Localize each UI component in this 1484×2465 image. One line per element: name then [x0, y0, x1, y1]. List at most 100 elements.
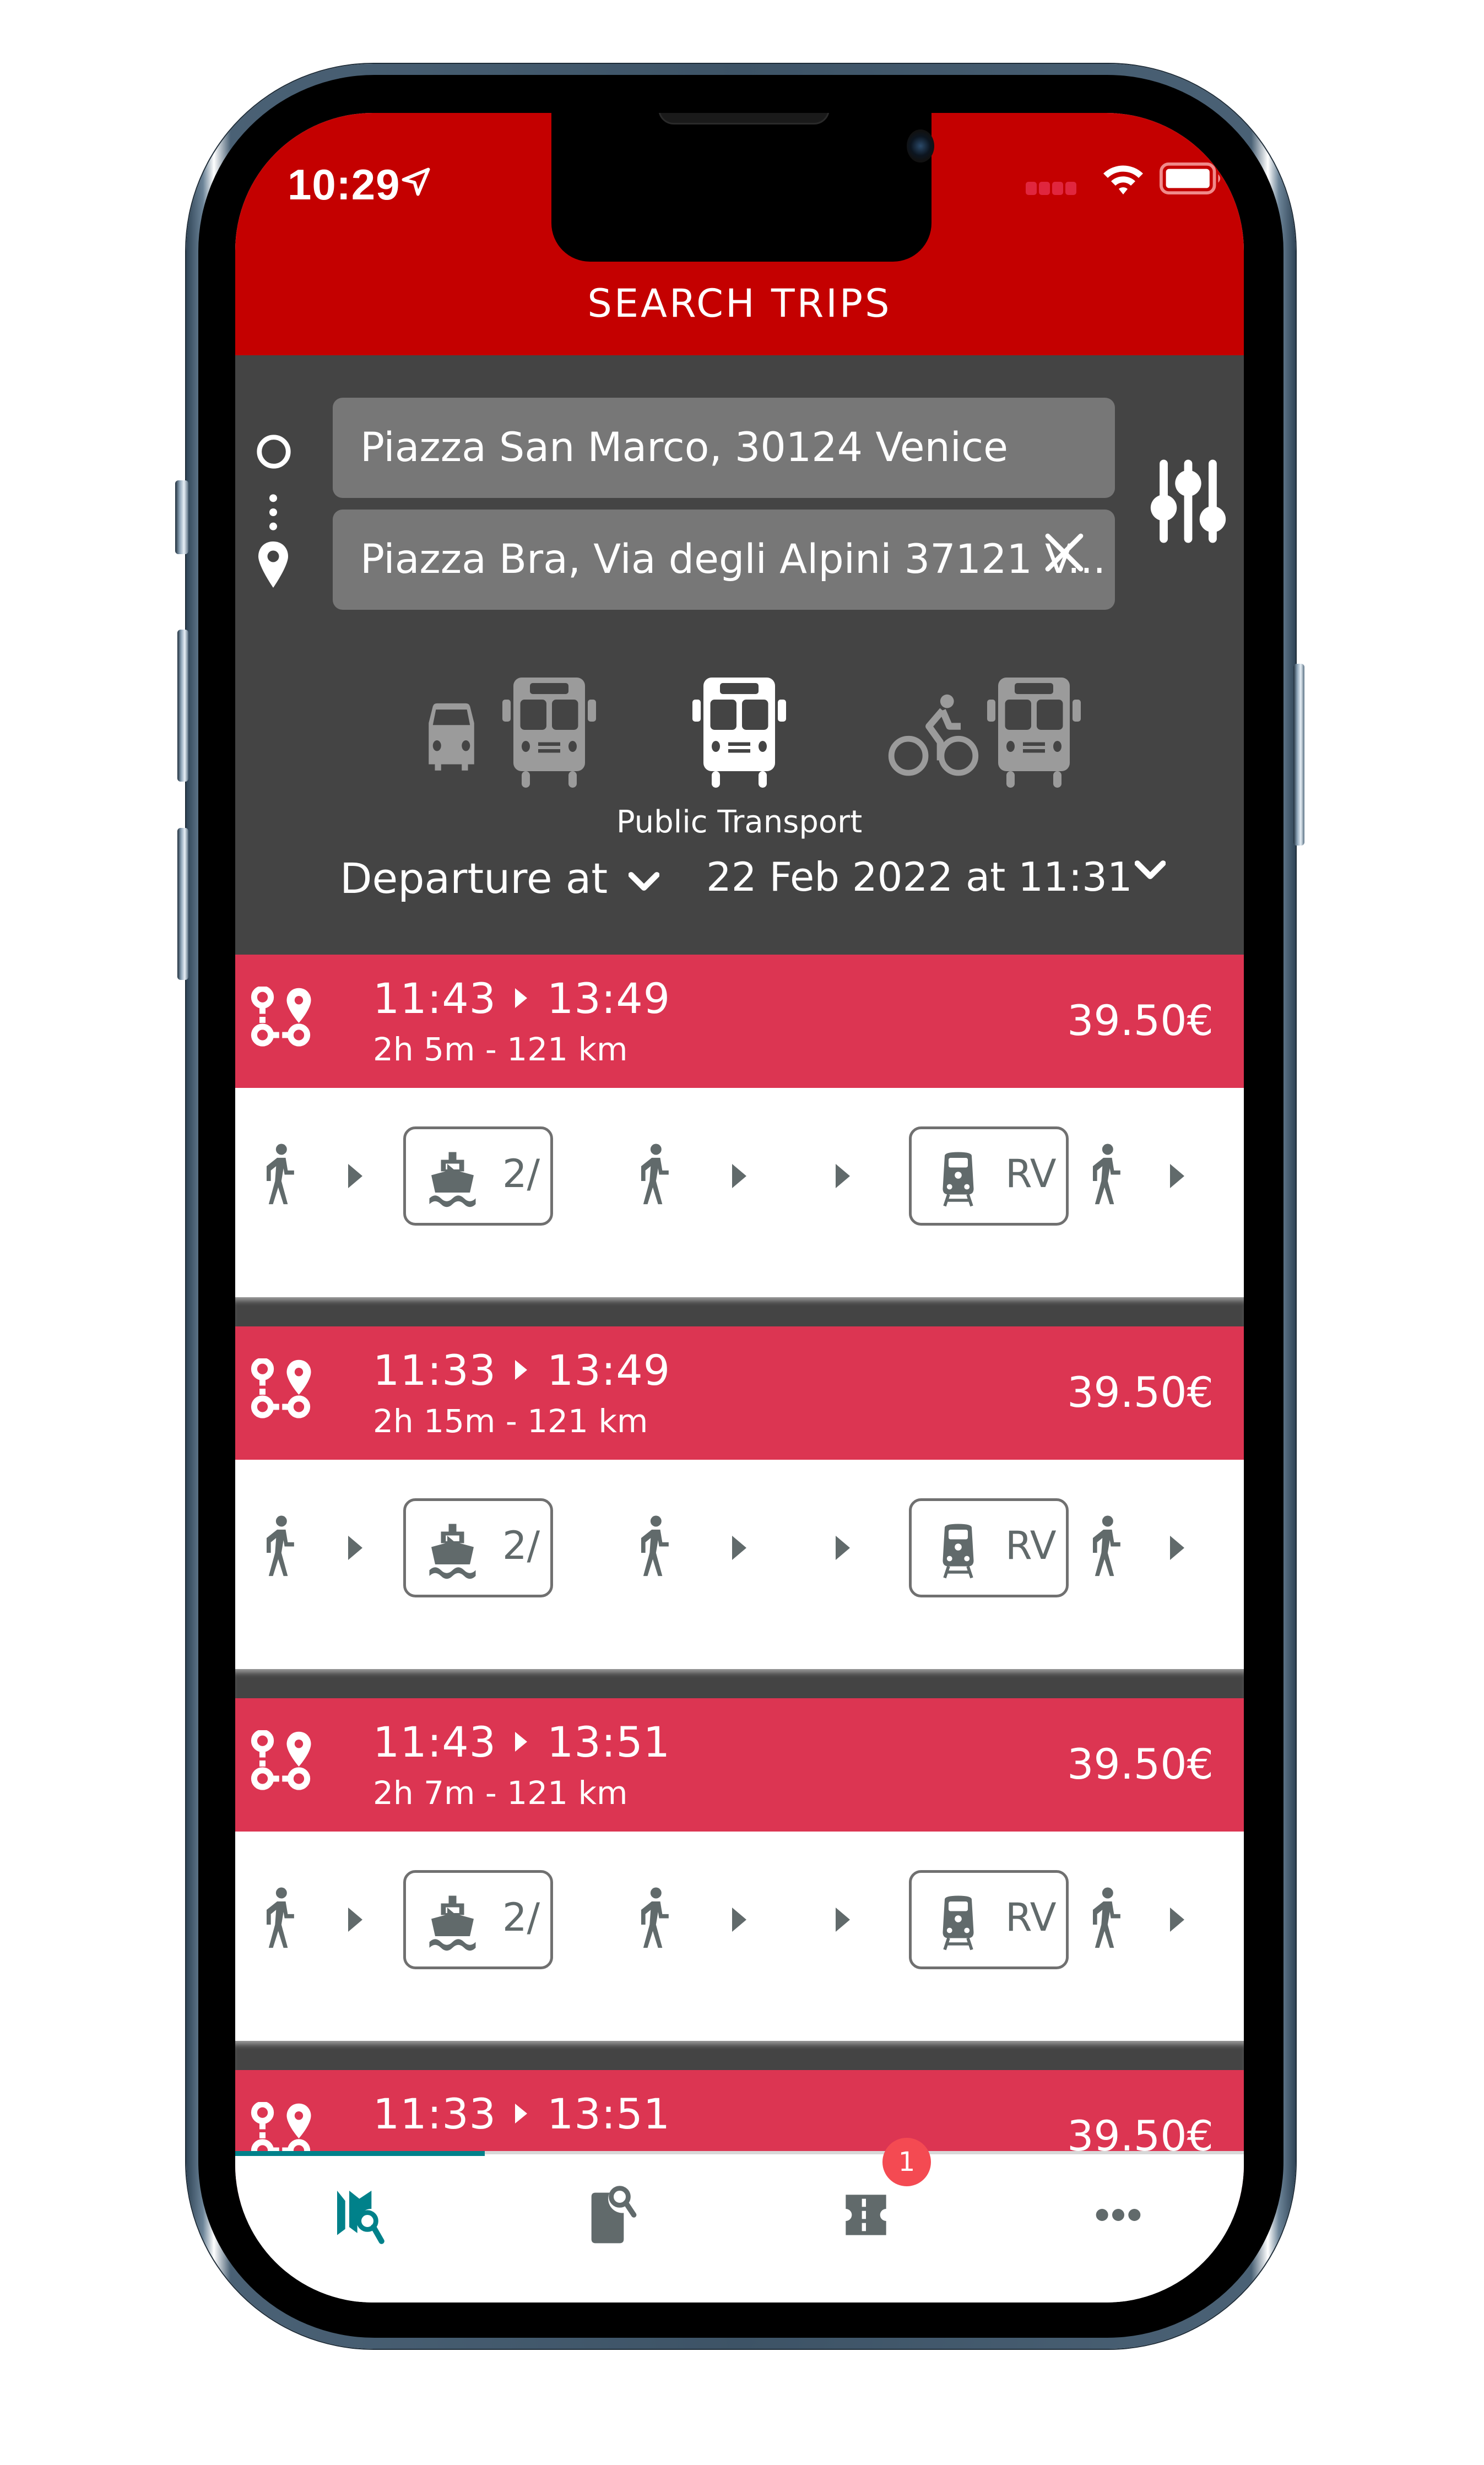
play-arrow-icon — [515, 2104, 528, 2123]
trip-divider — [235, 2041, 1244, 2070]
ferry-leg[interactable]: 2/ — [403, 1870, 553, 1969]
origin-input[interactable]: Piazza San Marco, 30124 Venice — [333, 398, 1115, 498]
walk-icon — [632, 1887, 676, 1950]
arrive-time: 13:49 — [547, 974, 671, 1023]
origin-circle-icon — [257, 435, 291, 469]
route-dots-icon — [269, 494, 277, 530]
location-arrow-icon — [402, 167, 430, 196]
leg-separator-arrow-icon — [836, 1536, 850, 1560]
status-time: 10:29 — [288, 160, 400, 209]
leg-separator-arrow-icon — [348, 1536, 362, 1560]
departure-mode-select[interactable]: Departure at — [340, 854, 660, 903]
arrive-time: 13:49 — [547, 1346, 671, 1395]
walk-icon — [1084, 1143, 1128, 1206]
arrive-time: 13:51 — [547, 1718, 671, 1767]
walk-icon — [1084, 1887, 1128, 1950]
bus-icon — [502, 678, 596, 788]
leg-separator-arrow-icon — [348, 1164, 362, 1188]
trip-price: 39.50€ — [1067, 1740, 1214, 1789]
departure-mode-label: Departure at — [340, 854, 608, 903]
trip-times: 11:33 13:49 — [373, 1346, 670, 1395]
walk-icon — [257, 1515, 301, 1578]
trip-header[interactable]: 11:43 13:51 2h 7m - 121 km 39.50€ — [235, 1698, 1244, 1832]
trip-times: 11:33 13:51 — [373, 2089, 670, 2138]
trip-duration-distance: 2h 15m - 121 km — [373, 1402, 648, 1440]
close-icon[interactable] — [1042, 530, 1086, 575]
mode-bike-public-transport[interactable] — [888, 678, 1086, 788]
chevron-down-icon — [629, 872, 660, 891]
car-icon — [429, 703, 474, 771]
bicycle-icon — [888, 694, 979, 776]
notch — [551, 113, 934, 262]
trip-header[interactable]: 11:43 13:49 2h 5m - 121 km 39.50€ — [235, 955, 1244, 1088]
datetime-label: 22 Feb 2022 at 11:31 — [706, 854, 1133, 900]
trip-card[interactable]: 11:33 13:49 2h 15m - 121 km 39.50€ 2/RV — [235, 1326, 1244, 1698]
tab-tickets[interactable] — [740, 2154, 992, 2303]
ferry-leg[interactable]: 2/ — [403, 1126, 553, 1226]
ticket-icon — [846, 2195, 886, 2235]
depart-time: 11:43 — [373, 1718, 497, 1767]
train-leg[interactable]: RV — [909, 1126, 1069, 1226]
mode-public-transport[interactable] — [676, 678, 803, 788]
battery-icon — [1160, 162, 1221, 194]
trip-card[interactable]: 11:43 13:51 2h 7m - 121 km 39.50€ 2/RV — [235, 1698, 1244, 2070]
trip-duration-distance: 2h 5m - 121 km — [373, 1031, 628, 1068]
tab-search-document[interactable] — [488, 2154, 740, 2303]
tab-more[interactable] — [992, 2154, 1244, 2303]
bus-icon — [692, 678, 786, 788]
leg-line-label: 2/ — [502, 1151, 540, 1196]
trip-legs[interactable]: 2/RV — [235, 1460, 1244, 1669]
silent-switch — [175, 480, 188, 554]
bottom-tab-bar: 1 — [235, 2138, 1244, 2303]
wifi-icon — [1103, 165, 1143, 194]
route-icon — [249, 1357, 312, 1419]
leg-separator-arrow-icon — [348, 1908, 362, 1932]
walk-icon — [1084, 1515, 1128, 1578]
trip-times: 11:43 13:49 — [373, 974, 670, 1023]
destination-input[interactable]: Piazza Bra, Via degli Alpini 37121 V... — [333, 510, 1115, 610]
leg-separator-arrow-icon — [1170, 1164, 1184, 1188]
leg-separator-arrow-icon — [1170, 1908, 1184, 1932]
play-arrow-icon — [515, 988, 528, 1008]
trip-legs[interactable]: 2/RV — [235, 1088, 1244, 1297]
depart-time: 11:43 — [373, 974, 497, 1023]
route-icon — [249, 985, 312, 1047]
trip-legs[interactable]: 2/RV — [235, 1832, 1244, 2041]
depart-time: 11:33 — [373, 2089, 497, 2138]
leg-separator-arrow-icon — [447, 1164, 462, 1188]
tab-map-search[interactable] — [235, 2154, 488, 2303]
earpiece-speaker — [658, 113, 830, 124]
depart-time: 11:33 — [373, 1346, 497, 1395]
walk-icon — [257, 1887, 301, 1950]
front-camera — [907, 129, 934, 162]
arrive-time: 13:51 — [547, 2089, 671, 2138]
leg-line-label: RV — [1005, 1895, 1057, 1940]
datetime-select[interactable]: 22 Feb 2022 at 11:31 — [706, 854, 1166, 900]
volume-down-button — [177, 828, 188, 980]
leg-separator-arrow-icon — [836, 1164, 850, 1188]
trip-divider — [235, 1669, 1244, 1698]
leg-separator-arrow-icon — [732, 1164, 746, 1188]
trip-card[interactable]: 11:43 13:49 2h 5m - 121 km 39.50€ 2/RV — [235, 955, 1244, 1326]
train-leg[interactable]: RV — [909, 1498, 1069, 1597]
cellular-signal-icon — [1026, 182, 1079, 197]
sliders-icon[interactable] — [1147, 457, 1230, 545]
leg-line-label: RV — [1005, 1151, 1057, 1196]
search-panel: Piazza San Marco, 30124 Venice Piazza Br… — [235, 355, 1244, 955]
document-search-icon — [591, 2186, 637, 2244]
trip-price: 39.50€ — [1067, 1368, 1214, 1417]
walk-icon — [632, 1515, 676, 1578]
route-icon — [249, 1729, 312, 1791]
leg-line-label: 2/ — [502, 1523, 540, 1568]
ferry-leg[interactable]: 2/ — [403, 1498, 553, 1597]
walk-icon — [257, 1143, 301, 1206]
leg-separator-arrow-icon — [836, 1908, 850, 1932]
leg-separator-arrow-icon — [447, 1536, 462, 1560]
trip-header[interactable]: 11:33 13:49 2h 15m - 121 km 39.50€ — [235, 1326, 1244, 1460]
map-pin-icon — [258, 541, 288, 588]
tickets-badge: 1 — [882, 2138, 931, 2186]
train-leg[interactable]: RV — [909, 1870, 1069, 1969]
mode-car-public-transport[interactable] — [420, 678, 607, 788]
map-search-icon — [337, 2191, 384, 2244]
more-dots-icon — [1096, 2209, 1141, 2221]
